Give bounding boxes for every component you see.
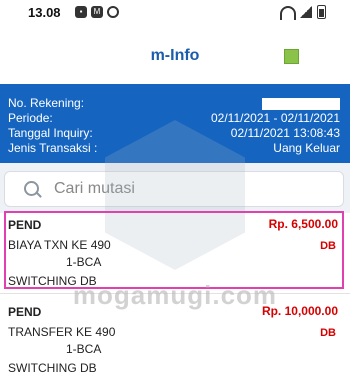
m-icon: M bbox=[91, 6, 103, 18]
transaction-status: PEND bbox=[8, 305, 42, 319]
transaction-description: BIAYA TXN KE 490 bbox=[8, 238, 111, 252]
debit-credit-indicator: DB bbox=[320, 327, 336, 339]
transaction-item-1[interactable]: PEND Rp. 6,500.00 BIAYA TXN KE 490 DB 1-… bbox=[4, 211, 344, 289]
battery-icon bbox=[317, 5, 326, 19]
transaction-description: TRANSFER KE 490 bbox=[8, 325, 116, 339]
transaction-amount: Rp. 10,000.00 bbox=[261, 304, 338, 318]
transaction-bank: 1-BCA bbox=[66, 255, 102, 269]
transaction-type-label: Jenis Transaksi : bbox=[8, 141, 98, 155]
search-icon bbox=[24, 181, 39, 196]
transaction-amount: Rp. 6,500.00 bbox=[268, 217, 338, 231]
inquiry-label: Tanggal Inquiry: bbox=[8, 126, 93, 140]
status-indicator[interactable] bbox=[284, 49, 299, 64]
debit-credit-indicator: DB bbox=[320, 240, 336, 252]
status-bar: 13.08 ▪ M bbox=[0, 0, 350, 26]
transaction-channel: SWITCHING DB bbox=[8, 361, 97, 375]
account-label: No. Rekening: bbox=[8, 96, 85, 110]
status-icons-right bbox=[279, 5, 326, 20]
status-icons-left: ▪ M bbox=[75, 6, 119, 18]
signal-icon bbox=[300, 6, 312, 18]
transaction-status: PEND bbox=[8, 218, 42, 232]
period-label: Periode: bbox=[8, 111, 53, 125]
notification-icon: ▪ bbox=[75, 6, 87, 18]
transaction-item-2[interactable]: PEND Rp. 10,000.00 TRANSFER KE 490 DB 1-… bbox=[4, 298, 344, 376]
period-value: 02/11/2021 - 02/11/2021 bbox=[211, 111, 340, 125]
app-header: m-Info bbox=[0, 26, 350, 85]
inquiry-value: 02/11/2021 13:08:43 bbox=[230, 126, 340, 140]
wifi-icon bbox=[279, 6, 296, 20]
transaction-bank: 1-BCA bbox=[66, 342, 102, 356]
whatsapp-icon bbox=[107, 6, 119, 18]
account-row: No. Rekening: bbox=[8, 96, 340, 111]
transaction-type-value: Uang Keluar bbox=[273, 141, 340, 155]
account-value-masked bbox=[262, 96, 340, 110]
status-time: 13.08 bbox=[28, 5, 61, 20]
